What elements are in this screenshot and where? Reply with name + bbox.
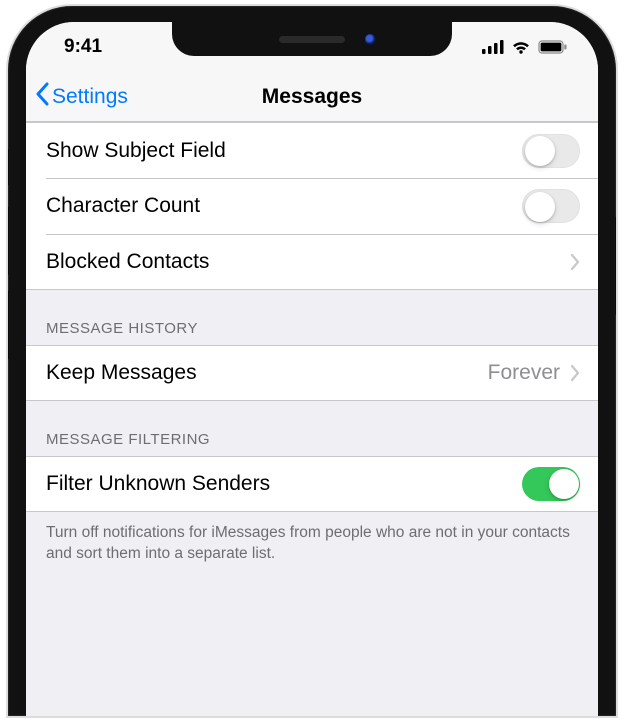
back-label: Settings <box>52 85 128 109</box>
row-label: Keep Messages <box>46 361 197 385</box>
toggle-filter-unknown-senders[interactable] <box>522 467 580 501</box>
row-label: Character Count <box>46 194 200 218</box>
wifi-icon <box>511 40 531 54</box>
navigation-bar: Settings Messages <box>26 72 598 122</box>
row-character-count[interactable]: Character Count <box>26 178 598 234</box>
speaker-grille <box>279 36 345 43</box>
section-header-message-history: Message History <box>26 290 598 345</box>
chevron-right-icon <box>570 253 580 271</box>
device-frame: 9:41 <box>8 6 616 716</box>
battery-icon <box>538 40 568 54</box>
side-button <box>615 216 616 316</box>
back-button[interactable]: Settings <box>26 82 128 112</box>
toggle-knob <box>525 136 555 166</box>
row-keep-messages[interactable]: Keep Messages Forever <box>26 345 598 401</box>
screen: 9:41 <box>26 22 598 716</box>
toggle-show-subject-field[interactable] <box>522 134 580 168</box>
chevron-right-icon <box>570 364 580 382</box>
status-time: 9:41 <box>64 36 102 58</box>
row-value: Forever <box>488 361 560 385</box>
chevron-left-icon <box>34 82 52 112</box>
row-blocked-contacts[interactable]: Blocked Contacts <box>26 234 598 290</box>
row-label: Show Subject Field <box>46 139 226 163</box>
cellular-icon <box>482 40 504 54</box>
section-footer-message-filtering: Turn off notifications for iMessages fro… <box>26 512 598 585</box>
row-label: Filter Unknown Senders <box>46 472 270 496</box>
page-title: Messages <box>262 85 362 109</box>
volume-down-button <box>8 290 9 360</box>
toggle-character-count[interactable] <box>522 189 580 223</box>
row-label: Blocked Contacts <box>46 250 209 274</box>
toggle-knob <box>525 192 555 222</box>
volume-up-button <box>8 206 9 276</box>
row-filter-unknown-senders[interactable]: Filter Unknown Senders <box>26 456 598 512</box>
front-camera <box>365 34 376 45</box>
toggle-knob <box>549 469 579 499</box>
section-header-message-filtering: Message Filtering <box>26 401 598 456</box>
ringer-switch <box>8 148 9 186</box>
row-show-subject-field[interactable]: Show Subject Field <box>26 122 598 178</box>
notch <box>172 22 452 56</box>
